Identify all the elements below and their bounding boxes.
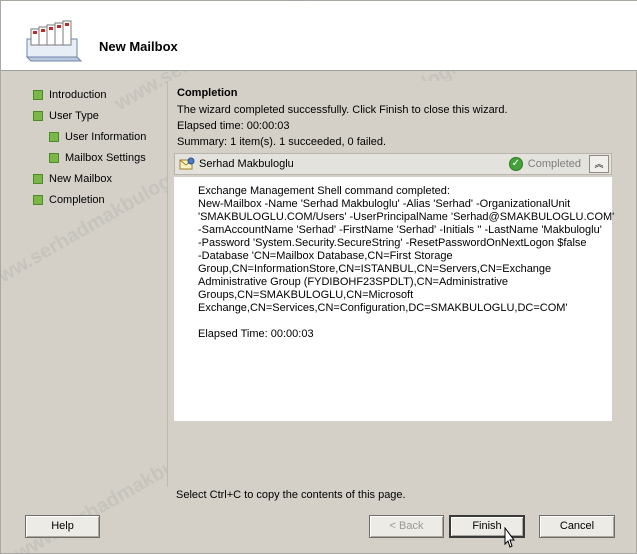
copy-hint: Select Ctrl+C to copy the contents of th… <box>176 489 406 501</box>
result-panel: Serhad Makbuloglu ✓ Completed ︽ Exchange… <box>174 153 615 421</box>
nav-item-mailbox-settings[interactable]: Mailbox Settings <box>49 149 146 167</box>
double-chevron-up-icon: ︽ <box>594 159 604 169</box>
nav-item-user-type[interactable]: User Type <box>33 107 99 125</box>
collapse-button[interactable]: ︽ <box>589 155 609 173</box>
status-badge: Completed <box>527 158 581 170</box>
step-bullet-icon <box>49 153 59 163</box>
summary-text: Summary: 1 item(s). 1 succeeded, 0 faile… <box>177 136 387 148</box>
wizard-steps-nav: Introduction User Type User Information … <box>11 77 159 487</box>
step-bullet-icon <box>49 132 59 142</box>
wizard-content: Completion The wizard completed successf… <box>167 81 633 487</box>
wizard-header: New Mailbox <box>1 1 637 71</box>
nav-item-label: New Mailbox <box>49 173 112 185</box>
step-bullet-icon <box>33 111 43 121</box>
nav-item-label: Completion <box>49 194 105 206</box>
output-line: Elapsed Time: 00:00:03 <box>198 328 314 340</box>
help-button-label: Help <box>51 520 74 532</box>
output-line: Group,CN=InformationStore,CN=ISTANBUL,CN… <box>198 263 552 275</box>
check-circle-icon: ✓ <box>508 157 523 171</box>
output-line: -SamAccountName 'Serhad' -FirstName 'Ser… <box>198 224 602 236</box>
user-mailbox-icon <box>179 157 195 171</box>
result-header: Serhad Makbuloglu ✓ Completed ︽ <box>174 153 612 175</box>
elapsed-time: Elapsed time: 00:00:03 <box>177 120 290 132</box>
output-line: -Database 'CN=Mailbox Database,CN=First … <box>198 250 453 262</box>
output-line: Administrative Group (FYDIBOHF23SPDLT),C… <box>198 276 509 288</box>
nav-item-label: Introduction <box>49 89 107 101</box>
wizard-window: www.serhadmakbuloglu.com.tr www.serhadma… <box>0 0 637 554</box>
result-item-name: Serhad Makbuloglu <box>199 158 294 170</box>
output-line: -Password 'System.Security.SecureString'… <box>198 237 587 249</box>
output-line: 'SMAKBULOGLU.COM/Users' -UserPrincipalNa… <box>198 211 615 223</box>
nav-item-completion[interactable]: Completion <box>33 191 105 209</box>
cancel-button[interactable]: Cancel <box>539 515 615 538</box>
help-button[interactable]: Help <box>25 515 100 538</box>
nav-item-user-information[interactable]: User Information <box>49 128 146 146</box>
step-bullet-icon <box>33 90 43 100</box>
nav-item-label: User Type <box>49 110 99 122</box>
nav-item-introduction[interactable]: Introduction <box>33 86 106 104</box>
cancel-button-label: Cancel <box>559 520 595 532</box>
back-button-label: < Back <box>389 520 424 532</box>
nav-item-label: User Information <box>65 131 147 143</box>
finish-button-label: Finish <box>472 520 502 532</box>
output-line: Exchange,CN=Services,CN=Configuration,DC… <box>198 302 568 314</box>
step-bullet-icon <box>33 174 43 184</box>
back-button[interactable]: < Back <box>369 515 444 538</box>
mouse-cursor-icon <box>501 526 517 549</box>
step-bullet-icon <box>33 195 43 205</box>
mailbox-stack-icon <box>23 17 83 63</box>
result-output: Exchange Management Shell command comple… <box>174 177 615 421</box>
output-line: Exchange Management Shell command comple… <box>198 185 450 197</box>
completion-message: The wizard completed successfully. Click… <box>177 104 508 116</box>
nav-item-label: Mailbox Settings <box>65 152 146 164</box>
output-line: New-Mailbox -Name 'Serhad Makbuloglu' -A… <box>198 198 571 210</box>
output-line: Groups,CN=SMAKBULOGLU,CN=Microsoft <box>198 289 414 301</box>
nav-item-new-mailbox[interactable]: New Mailbox <box>33 170 112 188</box>
wizard-title: New Mailbox <box>99 39 178 54</box>
page-title: Completion <box>177 87 238 99</box>
